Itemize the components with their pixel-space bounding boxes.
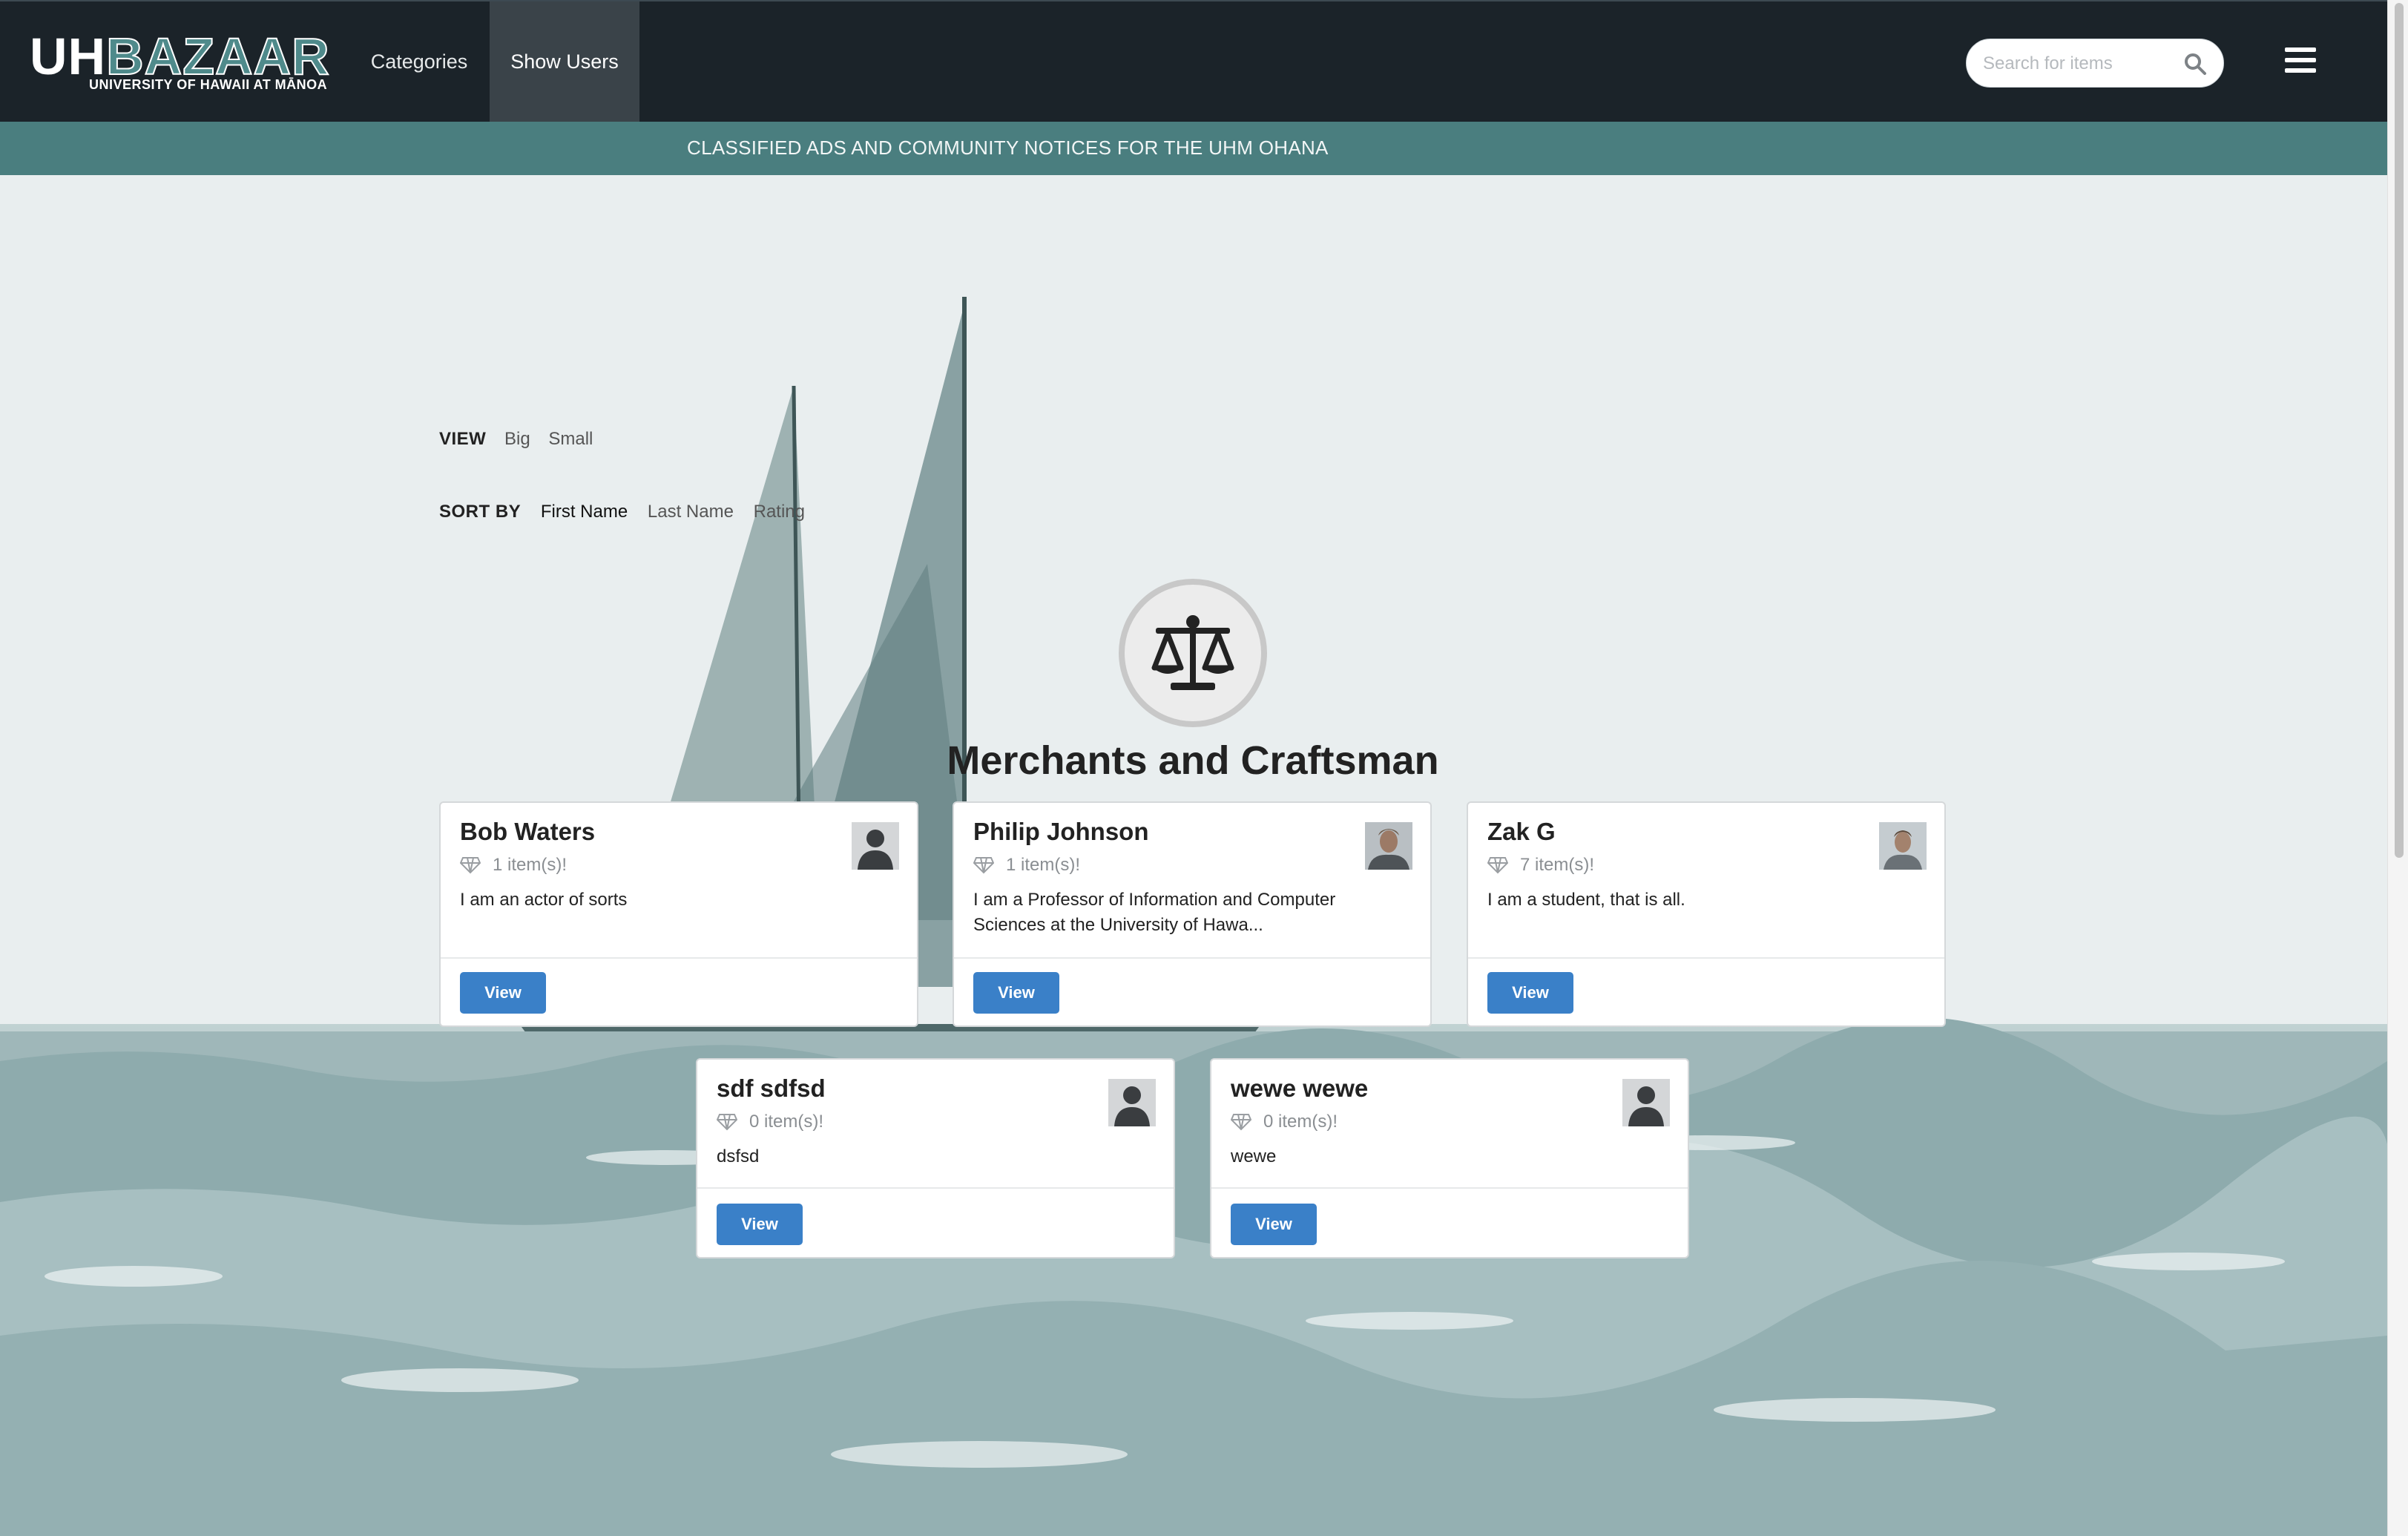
nav-show-users[interactable]: Show Users — [490, 1, 639, 122]
sort-controls: SORT BY First Name Last Name Rating — [439, 502, 805, 522]
card-footer: View — [697, 1187, 1174, 1258]
item-count-text: 0 item(s)! — [1263, 1112, 1338, 1132]
default-avatar — [852, 822, 899, 870]
sort-rating-option[interactable]: Rating — [754, 502, 805, 522]
view-button[interactable]: View — [1231, 1204, 1317, 1245]
user-bio: I am a student, that is all. — [1487, 890, 1685, 910]
sort-label: SORT BY — [439, 502, 522, 522]
user-name[interactable]: Bob Waters — [460, 818, 595, 846]
default-avatar — [1622, 1079, 1670, 1126]
user-card: Zak G 7 item(s)! I am a student, that is… — [1467, 801, 1946, 1027]
site-logo[interactable]: UHBAZAAR UNIVERSITY OF HAWAII AT MĀNOA — [30, 29, 330, 96]
user-bio: wewe — [1231, 1146, 1277, 1166]
search-input[interactable] — [1983, 48, 2183, 79]
view-label: VIEW — [439, 429, 487, 449]
item-count-text: 0 item(s)! — [749, 1112, 824, 1132]
user-name[interactable]: Philip Johnson — [973, 818, 1149, 846]
user-card: Bob Waters 1 item(s)! I am an actor of s… — [439, 801, 918, 1027]
logo-subtitle: UNIVERSITY OF HAWAII AT MĀNOA — [89, 77, 328, 92]
nav-categories[interactable]: Categories — [349, 1, 490, 122]
user-bio: dsfsd — [717, 1146, 760, 1166]
photo-avatar — [1879, 822, 1927, 870]
diamond-icon — [973, 857, 994, 874]
card-footer: View — [1468, 957, 1944, 1027]
default-avatar — [1108, 1079, 1156, 1126]
user-name[interactable]: wewe wewe — [1231, 1074, 1368, 1103]
user-bio: I am an actor of sorts — [460, 890, 628, 910]
item-count-text: 1 item(s)! — [1006, 855, 1081, 875]
photo-avatar — [1365, 822, 1412, 870]
sort-first-name-option[interactable]: First Name — [541, 502, 628, 522]
card-footer: View — [1211, 1187, 1688, 1258]
item-count: 0 item(s)! — [717, 1112, 823, 1132]
scale-icon — [1151, 615, 1234, 690]
user-card: wewe wewe 0 item(s)! wewe View — [1210, 1058, 1689, 1258]
category-icon-circle — [1119, 579, 1267, 727]
banner-text: CLASSIFIED ADS AND COMMUNITY NOTICES FOR… — [687, 137, 1329, 159]
search-icon[interactable] — [2183, 52, 2207, 76]
view-controls: VIEW Big Small — [439, 429, 593, 450]
view-button[interactable]: View — [717, 1204, 803, 1245]
user-card: Philip Johnson 1 item(s)! I am a Profess… — [953, 801, 1432, 1027]
view-button[interactable]: View — [460, 972, 546, 1014]
diamond-icon — [717, 1114, 737, 1131]
view-button[interactable]: View — [973, 972, 1059, 1014]
user-card: sdf sdfsd 0 item(s)! dsfsd View — [696, 1058, 1175, 1258]
navbar: UHBAZAAR UNIVERSITY OF HAWAII AT MĀNOA C… — [0, 0, 2387, 122]
item-count-text: 1 item(s)! — [493, 855, 568, 875]
user-bio: I am a Professor of Information and Comp… — [973, 890, 1336, 935]
item-count: 1 item(s)! — [460, 855, 567, 876]
tagline-banner: CLASSIFIED ADS AND COMMUNITY NOTICES FOR… — [0, 122, 2387, 175]
scrollbar-thumb[interactable] — [2395, 3, 2404, 858]
item-count: 7 item(s)! — [1487, 855, 1594, 876]
item-count: 1 item(s)! — [973, 855, 1080, 876]
view-big-option[interactable]: Big — [504, 429, 530, 449]
card-footer: View — [954, 957, 1430, 1027]
category-title: Merchants and Craftsman — [947, 738, 1439, 783]
diamond-icon — [1487, 857, 1508, 874]
view-button[interactable]: View — [1487, 972, 1573, 1014]
sort-last-name-option[interactable]: Last Name — [648, 502, 734, 522]
hamburger-menu-icon[interactable] — [2285, 47, 2316, 76]
user-name[interactable]: sdf sdfsd — [717, 1074, 826, 1103]
card-footer: View — [441, 957, 917, 1027]
diamond-icon — [460, 857, 481, 874]
user-name[interactable]: Zak G — [1487, 818, 1556, 846]
view-small-option[interactable]: Small — [548, 429, 593, 449]
item-count: 0 item(s)! — [1231, 1112, 1338, 1132]
logo-text: UHBAZAAR — [30, 29, 330, 84]
search-box — [1966, 39, 2224, 88]
diamond-icon — [1231, 1114, 1251, 1131]
item-count-text: 7 item(s)! — [1520, 855, 1595, 875]
